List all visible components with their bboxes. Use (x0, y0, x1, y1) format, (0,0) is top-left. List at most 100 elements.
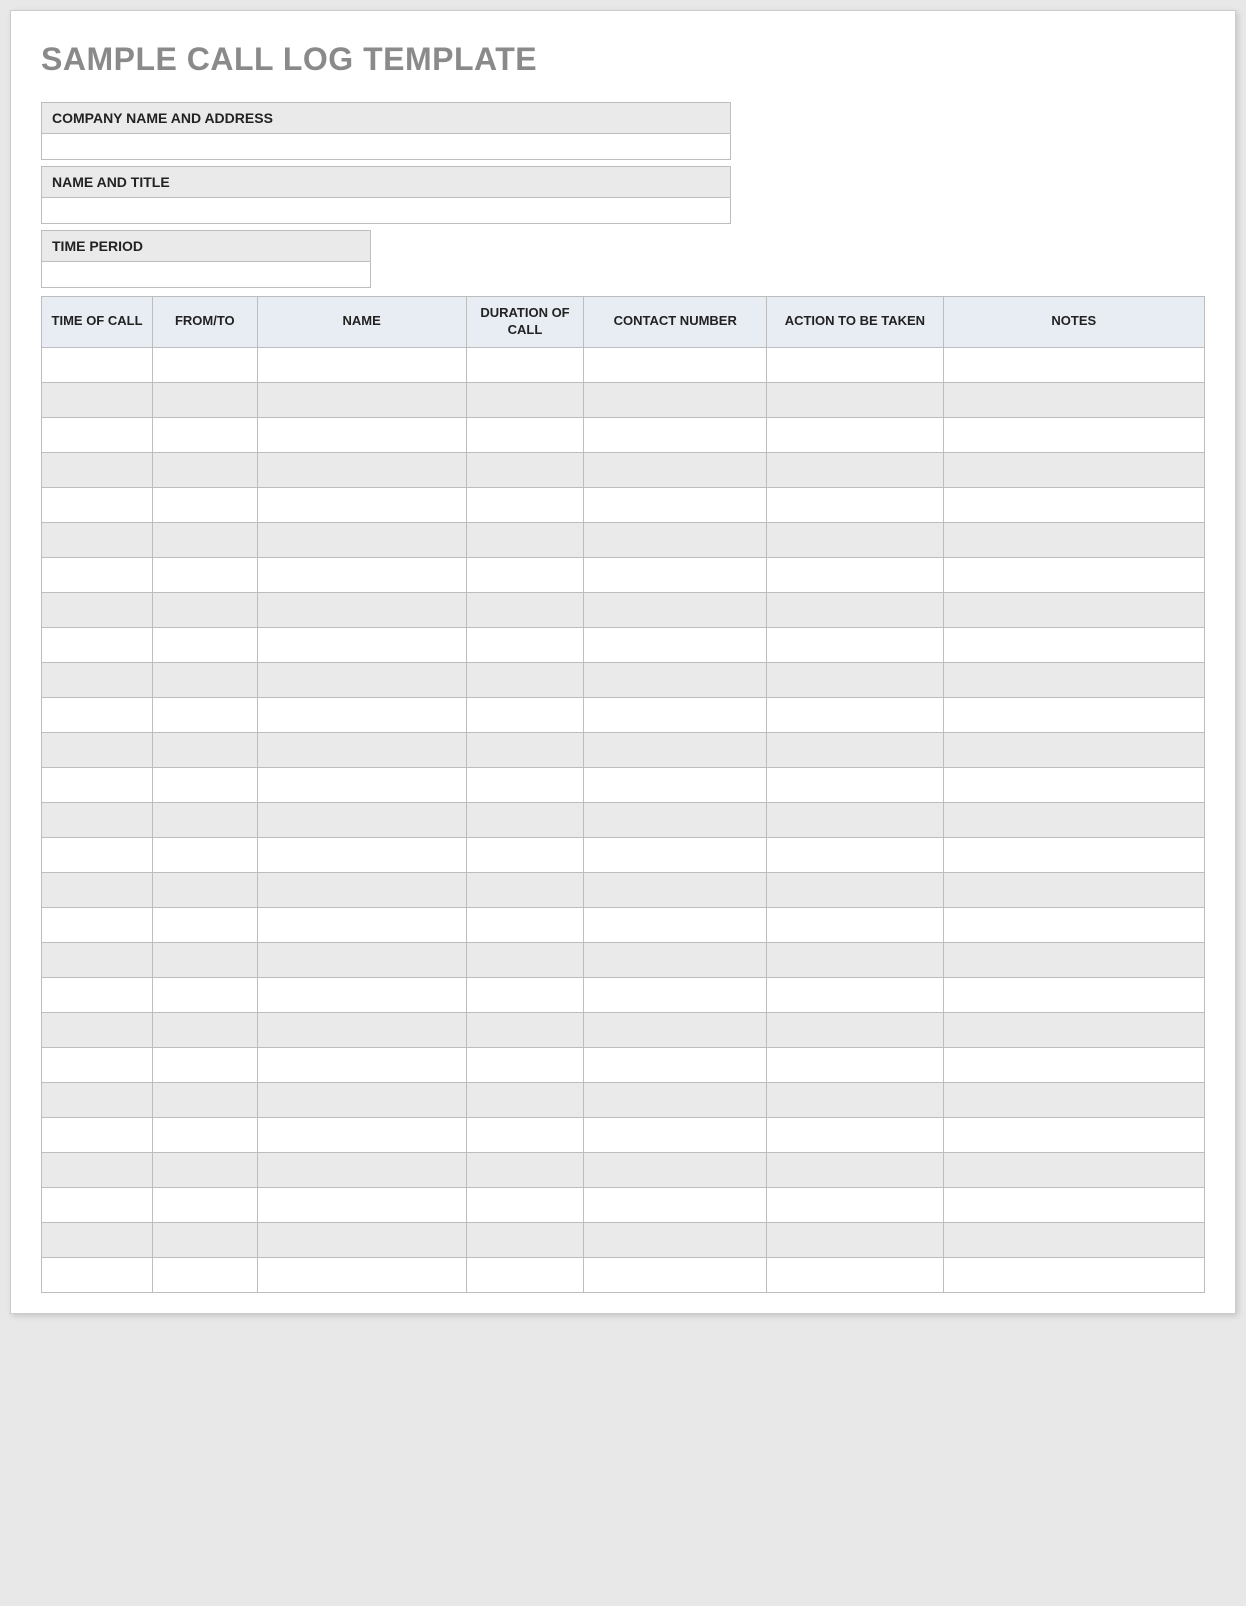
cell-duration[interactable] (466, 697, 584, 732)
cell-notes[interactable] (943, 627, 1204, 662)
cell-contact_number[interactable] (584, 697, 767, 732)
cell-from_to[interactable] (153, 1187, 258, 1222)
cell-duration[interactable] (466, 1257, 584, 1292)
cell-time_of_call[interactable] (42, 487, 153, 522)
cell-action[interactable] (767, 1012, 943, 1047)
cell-contact_number[interactable] (584, 1222, 767, 1257)
cell-name[interactable] (257, 872, 466, 907)
cell-contact_number[interactable] (584, 347, 767, 382)
cell-notes[interactable] (943, 1117, 1204, 1152)
cell-time_of_call[interactable] (42, 347, 153, 382)
cell-notes[interactable] (943, 1047, 1204, 1082)
cell-notes[interactable] (943, 977, 1204, 1012)
cell-action[interactable] (767, 557, 943, 592)
cell-from_to[interactable] (153, 907, 258, 942)
cell-duration[interactable] (466, 662, 584, 697)
cell-action[interactable] (767, 662, 943, 697)
cell-notes[interactable] (943, 557, 1204, 592)
cell-notes[interactable] (943, 382, 1204, 417)
cell-duration[interactable] (466, 592, 584, 627)
cell-from_to[interactable] (153, 1117, 258, 1152)
cell-from_to[interactable] (153, 592, 258, 627)
cell-time_of_call[interactable] (42, 907, 153, 942)
cell-name[interactable] (257, 1257, 466, 1292)
cell-time_of_call[interactable] (42, 1152, 153, 1187)
cell-time_of_call[interactable] (42, 1222, 153, 1257)
cell-name[interactable] (257, 1047, 466, 1082)
cell-notes[interactable] (943, 837, 1204, 872)
cell-contact_number[interactable] (584, 1082, 767, 1117)
cell-notes[interactable] (943, 417, 1204, 452)
cell-time_of_call[interactable] (42, 837, 153, 872)
cell-from_to[interactable] (153, 872, 258, 907)
cell-notes[interactable] (943, 1152, 1204, 1187)
cell-contact_number[interactable] (584, 767, 767, 802)
cell-notes[interactable] (943, 907, 1204, 942)
cell-notes[interactable] (943, 1187, 1204, 1222)
cell-notes[interactable] (943, 802, 1204, 837)
cell-name[interactable] (257, 1222, 466, 1257)
cell-from_to[interactable] (153, 1152, 258, 1187)
cell-contact_number[interactable] (584, 837, 767, 872)
cell-from_to[interactable] (153, 1257, 258, 1292)
cell-notes[interactable] (943, 452, 1204, 487)
cell-time_of_call[interactable] (42, 382, 153, 417)
cell-name[interactable] (257, 977, 466, 1012)
cell-notes[interactable] (943, 942, 1204, 977)
cell-duration[interactable] (466, 417, 584, 452)
cell-duration[interactable] (466, 907, 584, 942)
cell-contact_number[interactable] (584, 452, 767, 487)
cell-notes[interactable] (943, 522, 1204, 557)
cell-time_of_call[interactable] (42, 732, 153, 767)
cell-time_of_call[interactable] (42, 1012, 153, 1047)
cell-duration[interactable] (466, 942, 584, 977)
cell-duration[interactable] (466, 872, 584, 907)
cell-time_of_call[interactable] (42, 802, 153, 837)
cell-from_to[interactable] (153, 487, 258, 522)
cell-from_to[interactable] (153, 522, 258, 557)
time-period-value[interactable] (41, 262, 371, 288)
cell-name[interactable] (257, 1187, 466, 1222)
cell-duration[interactable] (466, 802, 584, 837)
cell-name[interactable] (257, 907, 466, 942)
cell-from_to[interactable] (153, 1012, 258, 1047)
cell-from_to[interactable] (153, 1047, 258, 1082)
cell-duration[interactable] (466, 732, 584, 767)
cell-notes[interactable] (943, 1082, 1204, 1117)
cell-from_to[interactable] (153, 557, 258, 592)
company-value[interactable] (41, 134, 731, 160)
cell-contact_number[interactable] (584, 977, 767, 1012)
cell-time_of_call[interactable] (42, 977, 153, 1012)
cell-time_of_call[interactable] (42, 522, 153, 557)
cell-action[interactable] (767, 732, 943, 767)
cell-contact_number[interactable] (584, 1012, 767, 1047)
cell-contact_number[interactable] (584, 1257, 767, 1292)
cell-name[interactable] (257, 522, 466, 557)
cell-duration[interactable] (466, 487, 584, 522)
cell-action[interactable] (767, 1117, 943, 1152)
cell-contact_number[interactable] (584, 627, 767, 662)
cell-duration[interactable] (466, 347, 584, 382)
cell-duration[interactable] (466, 1082, 584, 1117)
cell-name[interactable] (257, 592, 466, 627)
cell-action[interactable] (767, 1222, 943, 1257)
cell-name[interactable] (257, 487, 466, 522)
cell-notes[interactable] (943, 1257, 1204, 1292)
cell-time_of_call[interactable] (42, 627, 153, 662)
cell-from_to[interactable] (153, 1222, 258, 1257)
cell-action[interactable] (767, 1047, 943, 1082)
cell-time_of_call[interactable] (42, 557, 153, 592)
cell-name[interactable] (257, 627, 466, 662)
cell-notes[interactable] (943, 697, 1204, 732)
cell-action[interactable] (767, 1082, 943, 1117)
cell-contact_number[interactable] (584, 907, 767, 942)
cell-name[interactable] (257, 732, 466, 767)
cell-action[interactable] (767, 977, 943, 1012)
cell-contact_number[interactable] (584, 1117, 767, 1152)
cell-notes[interactable] (943, 1222, 1204, 1257)
cell-time_of_call[interactable] (42, 1117, 153, 1152)
cell-notes[interactable] (943, 1012, 1204, 1047)
name-title-value[interactable] (41, 198, 731, 224)
cell-from_to[interactable] (153, 732, 258, 767)
cell-time_of_call[interactable] (42, 1187, 153, 1222)
